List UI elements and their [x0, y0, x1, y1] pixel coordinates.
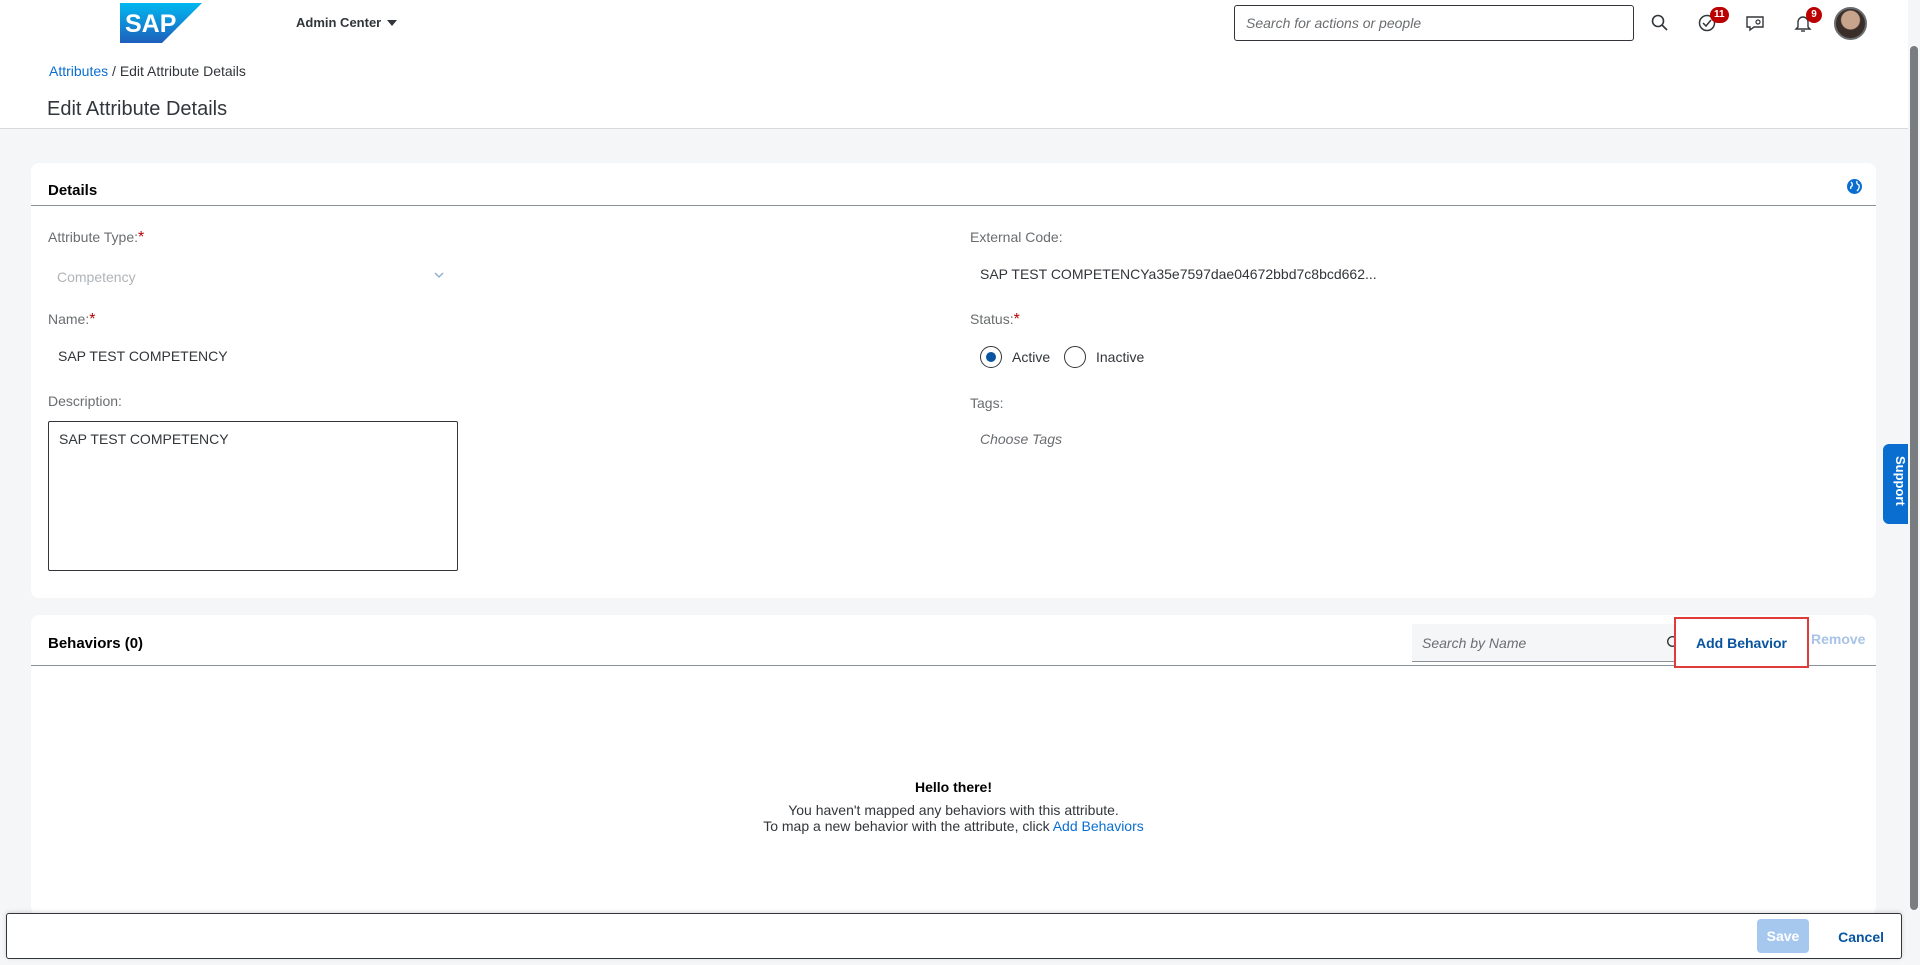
tags-input[interactable]: Choose Tags	[980, 431, 1062, 447]
details-title: Details	[48, 182, 98, 199]
external-code-label: External Code:	[970, 229, 1063, 245]
empty-state-hint: To map a new behavior with the attribute…	[763, 818, 1144, 834]
behavior-search-input[interactable]	[1412, 624, 1696, 662]
required-marker: *	[1013, 311, 1020, 328]
details-card: Details Attribute Type:* Competency Name…	[31, 163, 1876, 598]
add-behavior-button[interactable]: Add Behavior	[1674, 617, 1809, 668]
logo-text: SAP	[125, 10, 176, 38]
caret-down-icon	[387, 19, 398, 26]
notification-badge: 9	[1806, 7, 1822, 23]
description-textarea[interactable]: SAP TEST COMPETENCY	[48, 421, 458, 571]
scrollbar-thumb[interactable]	[1910, 46, 1918, 910]
breadcrumb-current: Edit Attribute Details	[119, 63, 246, 79]
status-radio-active[interactable]: Active	[980, 346, 1050, 368]
save-button: Save	[1757, 919, 1809, 953]
external-code-value: SAP TEST COMPETENCYa35e7597dae04672bbd7c…	[980, 266, 1377, 282]
status-radio-inactive[interactable]: Inactive	[1064, 346, 1144, 368]
globe-icon[interactable]	[1846, 178, 1863, 195]
behaviors-header: Behaviors (0) Add Behavior Remove	[31, 615, 1876, 668]
name-label: Name:*	[48, 311, 96, 328]
add-behaviors-link[interactable]: Add Behaviors	[1053, 818, 1144, 834]
feedback-chat-icon[interactable]	[1744, 12, 1766, 34]
global-search-input[interactable]	[1234, 5, 1634, 41]
status-option-inactive: Inactive	[1096, 349, 1145, 365]
cancel-button[interactable]: Cancel	[1838, 920, 1884, 954]
sap-logo[interactable]: SAP	[120, 3, 202, 43]
attribute-type-label: Attribute Type:*	[48, 229, 145, 246]
app-menu-label: Admin Center	[296, 15, 382, 30]
user-avatar[interactable]	[1834, 7, 1867, 40]
radio-unselected-icon	[1064, 346, 1086, 368]
search-icon[interactable]	[1649, 12, 1671, 34]
remove-button: Remove	[1811, 631, 1866, 647]
behaviors-title: Behaviors (0)	[48, 635, 144, 652]
status-label: Status:*	[970, 311, 1020, 328]
page-header: Attributes / Edit Attribute Details Edit…	[0, 46, 1908, 129]
todo-badge: 11	[1710, 7, 1729, 23]
details-header: Details	[31, 163, 1876, 206]
tags-label: Tags:	[970, 395, 1004, 411]
breadcrumb: Attributes / Edit Attribute Details	[49, 63, 246, 79]
name-value: SAP TEST COMPETENCY	[58, 348, 228, 364]
attribute-type-select: Competency	[48, 263, 456, 291]
behaviors-card: Behaviors (0) Add Behavior Remove Hello …	[31, 615, 1876, 915]
shell-bar: SAP Admin Center 11 9	[0, 0, 1908, 46]
footer-toolbar: Save Cancel	[6, 913, 1902, 959]
page-title: Edit Attribute Details	[47, 98, 228, 120]
empty-state-title: Hello there!	[914, 779, 992, 795]
empty-state-message: You haven't mapped any behaviors with th…	[788, 802, 1119, 818]
required-marker: *	[138, 229, 145, 246]
attribute-type-value: Competency	[57, 269, 136, 285]
description-label: Description:	[48, 393, 122, 409]
breadcrumb-link-attributes[interactable]: Attributes	[49, 63, 108, 79]
chevron-down-icon	[434, 272, 444, 278]
support-label: Support	[1893, 456, 1908, 506]
required-marker: *	[89, 311, 96, 328]
status-option-active: Active	[1012, 349, 1051, 365]
radio-selected-icon	[980, 346, 1002, 368]
app-menu-button[interactable]: Admin Center	[296, 15, 398, 30]
breadcrumb-separator: /	[108, 63, 120, 79]
scrollbar[interactable]	[1908, 0, 1920, 965]
